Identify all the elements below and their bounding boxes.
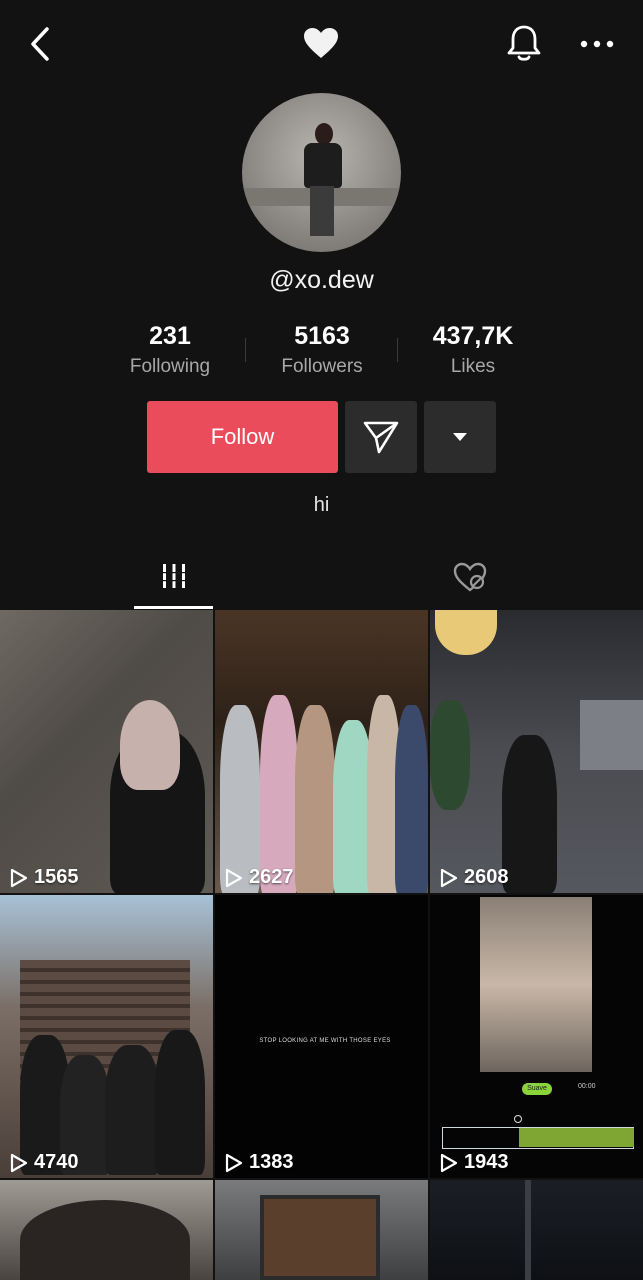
play-icon [440,1153,458,1172]
avatar-photo-person-head [315,123,333,145]
bio-text: hi [313,494,330,516]
thumbnail-lamp [435,610,497,655]
play-icon [225,1153,243,1172]
caret-down-icon [453,433,467,441]
video-thumbnail[interactable]: STOP LOOKING AT ME WITH THOSE EYES 1383 [215,895,428,1178]
avatar[interactable] [242,93,401,252]
stat-followers[interactable]: 5163 Followers [252,320,392,382]
thumbnail-video-preview [480,897,592,1072]
play-count: 2627 [225,866,294,889]
play-count-value: 4740 [34,1151,79,1173]
thumbnail-pole [525,1180,531,1280]
play-count: 1383 [225,1151,294,1174]
video-grid: 1565 2627 2608 4740 STOP LOOKING AT ME W… [0,610,643,1280]
play-count: 4740 [10,1151,79,1174]
stat-following[interactable]: 231 Following [100,320,240,382]
video-thumbnail[interactable] [0,1180,213,1280]
video-thumbnail[interactable]: 2608 [430,610,643,893]
notifications-button[interactable] [502,20,546,66]
stat-label: Following [129,356,211,377]
play-count-value: 2608 [464,866,509,888]
thumbnail-hijab [120,700,180,790]
stat-label: Likes [450,356,496,377]
grid-icon [160,563,187,588]
video-thumbnail[interactable]: 4740 [0,895,213,1178]
thumbnail-person [105,1045,160,1175]
profile-stats: 231 Following 5163 Followers 437,7K Like… [0,320,643,386]
play-icon [10,868,28,887]
divider [397,338,398,362]
favorite-button[interactable] [298,22,344,64]
thumbnail-hat [20,1200,190,1280]
suggested-accounts-button[interactable] [424,401,496,473]
username: @xo.dew [269,266,374,294]
thumbnail-plant [430,700,470,810]
video-thumbnail[interactable]: 2627 [215,610,428,893]
thumbnail-timeline-pin [514,1115,522,1123]
chevron-left-icon [31,27,49,61]
thumbnail-person [155,1030,205,1175]
play-count-value: 2627 [249,866,294,888]
thumbnail-person [502,735,557,893]
heart-icon [304,28,338,58]
play-icon [225,868,243,887]
send-message-icon [363,421,399,454]
thumbnail-wall [580,700,643,770]
play-count-value: 1383 [249,1151,294,1173]
profile-tabs [0,545,643,609]
back-button[interactable] [20,24,60,64]
tab-videos[interactable] [134,545,213,609]
more-options-button[interactable] [574,26,620,62]
video-thumbnail[interactable] [215,1180,428,1280]
tab-liked[interactable] [430,545,509,609]
follow-button[interactable]: Follow [147,401,338,473]
thumbnail-person [220,705,260,893]
play-count-value: 1565 [34,866,79,888]
stat-label: Followers [281,356,363,377]
thumbnail-person [295,705,335,893]
thumbnail-timer: 00:00 [578,1083,596,1090]
stat-value: 231 [149,322,191,350]
liked-hidden-icon [453,562,486,592]
video-thumbnail[interactable]: Suave 00:00 1943 [430,895,643,1178]
thumbnail-sticker: Suave [522,1083,552,1095]
stat-likes[interactable]: 437,7K Likes [403,320,543,382]
more-dots-icon [580,40,614,48]
thumbnail-door [260,1195,380,1280]
stat-value: 437,7K [432,322,514,350]
avatar-photo-person-legs [310,186,334,236]
message-button[interactable] [345,401,417,473]
top-bar [0,0,643,90]
play-icon [10,1153,28,1172]
play-count: 1943 [440,1151,509,1174]
thumbnail-caption: STOP LOOKING AT ME WITH THOSE EYES [259,1038,391,1044]
play-count: 1565 [10,866,79,889]
thumbnail-person [395,705,428,893]
video-thumbnail[interactable]: 1565 [0,610,213,893]
divider [245,338,246,362]
avatar-photo-person-body [304,143,342,188]
play-count-value: 1943 [464,1151,509,1173]
thumbnail-person [260,695,298,893]
play-icon [440,868,458,887]
video-thumbnail[interactable] [430,1180,643,1280]
play-count: 2608 [440,866,509,889]
bell-icon [507,25,541,61]
stat-value: 5163 [294,322,350,350]
thumbnail-timeline-fill [519,1128,634,1147]
thumbnail-timeline [442,1127,634,1149]
